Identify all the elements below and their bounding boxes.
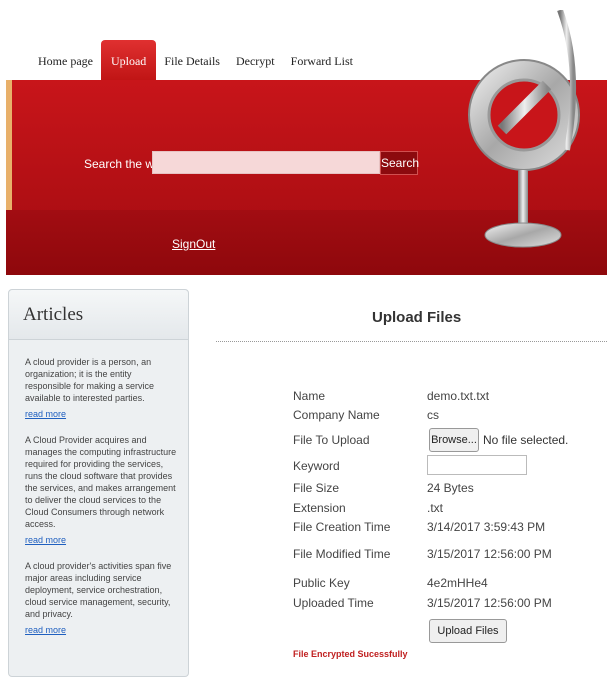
signout-link[interactable]: SignOut [172, 237, 215, 251]
file-selection-status: No file selected. [483, 433, 569, 447]
nav-decrypt[interactable]: Decrypt [228, 40, 283, 80]
uploaded-time-label: Uploaded Time [293, 596, 374, 610]
keyword-input[interactable] [427, 455, 527, 475]
article-text: A cloud provider is a person, an organiz… [25, 357, 155, 403]
read-more-link[interactable]: read more [25, 408, 178, 420]
extension-label: Extension [293, 501, 346, 515]
article-item: A cloud provider is a person, an organiz… [9, 356, 188, 420]
keyword-label: Keyword [293, 459, 340, 473]
creation-time-value: 3/14/2017 3:59:43 PM [427, 520, 546, 534]
title-divider [216, 341, 607, 342]
upload-files-button[interactable]: Upload Files [429, 619, 507, 643]
company-label: Company Name [293, 408, 380, 422]
name-label: Name [293, 389, 326, 403]
nav-upload[interactable]: Upload [100, 40, 157, 80]
public-key-label: Public Key [293, 576, 350, 590]
status-message: File Encrypted Sucessfully [293, 649, 408, 659]
modified-time-value: 3/15/2017 12:56:00 PM [427, 547, 552, 561]
nav-forward-list[interactable]: Forward List [283, 40, 361, 80]
read-more-link[interactable]: read more [25, 624, 178, 636]
search-button[interactable]: Search [380, 151, 419, 175]
article-item: A cloud provider's activities span five … [9, 560, 188, 636]
article-text: A cloud provider's activities span five … [25, 561, 172, 619]
modified-time-label: File Modified Time [293, 547, 391, 561]
read-more-link[interactable]: read more [25, 534, 178, 546]
file-size-value: 24 Bytes [427, 481, 474, 495]
uploaded-time-value: 3/15/2017 12:56:00 PM [427, 596, 552, 610]
public-key-value: 4e2mHHe4 [427, 576, 488, 590]
article-text: A Cloud Provider acquires and manages th… [25, 435, 177, 529]
globe-logo-icon [468, 10, 580, 248]
article-item: A Cloud Provider acquires and manages th… [9, 434, 188, 546]
sidebar-header: Articles [9, 290, 188, 340]
nav-file-details[interactable]: File Details [156, 40, 228, 80]
name-value: demo.txt.txt [427, 389, 490, 403]
page-title: Upload Files [372, 309, 462, 326]
nav-home-page[interactable]: Home page [30, 40, 101, 80]
top-nav: Home page Upload File Details Decrypt Fo… [30, 40, 361, 80]
extension-value: .txt [427, 501, 444, 515]
articles-sidebar: Articles A cloud provider is a person, a… [8, 289, 189, 677]
search-input[interactable] [152, 151, 380, 174]
browse-button[interactable]: Browse... [429, 428, 479, 452]
creation-time-label: File Creation Time [293, 520, 391, 534]
file-upload-label: File To Upload [293, 433, 370, 447]
company-value: cs [427, 408, 439, 422]
file-size-label: File Size [293, 481, 340, 495]
sidebar-title: Articles [23, 304, 84, 325]
